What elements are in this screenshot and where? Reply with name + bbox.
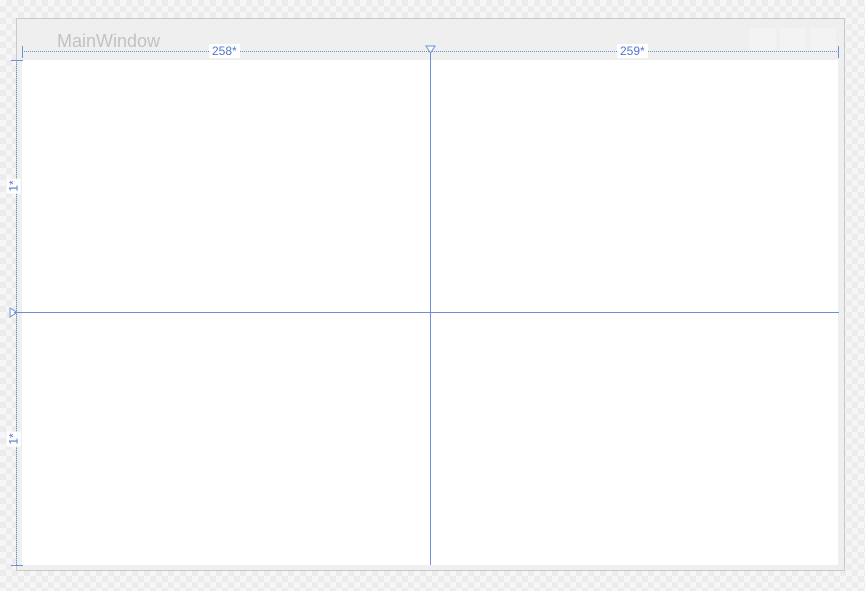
maximize-button[interactable] <box>780 28 806 50</box>
row-0-height-label[interactable]: 1* <box>6 178 21 194</box>
column-ruler-start-tick <box>22 46 23 58</box>
row-ruler-start-tick <box>11 60 23 61</box>
row-ruler-end-tick <box>11 565 23 566</box>
column-ruler-end-tick <box>838 46 839 58</box>
column-splitter-line[interactable] <box>430 52 431 565</box>
close-button[interactable] <box>810 28 836 50</box>
minimize-button[interactable] <box>750 28 776 50</box>
window-title: MainWindow <box>57 31 161 51</box>
column-1-width-label[interactable]: 259* <box>617 44 648 58</box>
row-splitter-line[interactable] <box>14 312 839 313</box>
row-1-height-label[interactable]: 1* <box>6 431 21 447</box>
column-0-width-label[interactable]: 258* <box>209 44 240 58</box>
